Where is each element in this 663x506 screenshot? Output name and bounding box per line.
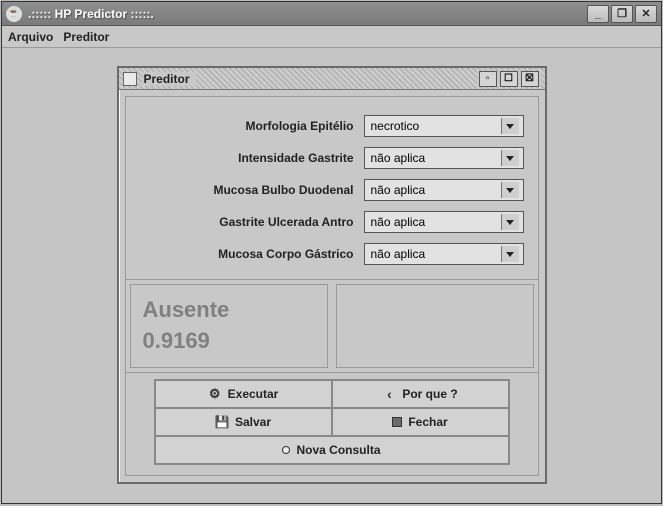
menu-arquivo[interactable]: Arquivo bbox=[8, 30, 53, 44]
button-label: Por que ? bbox=[402, 387, 457, 401]
fechar-button[interactable]: Fechar bbox=[332, 408, 509, 436]
inner-window-controls: ▫ ☐ ☒ bbox=[477, 71, 541, 87]
maximize-button[interactable]: ❐ bbox=[611, 5, 633, 23]
minimize-button[interactable]: _ bbox=[587, 5, 609, 23]
combo-value: necrotico bbox=[371, 119, 420, 133]
preditor-window: Preditor ▫ ☐ ☒ Morfologia Epitélio necro… bbox=[117, 66, 547, 484]
porque-button[interactable]: Por que ? bbox=[332, 380, 509, 408]
stop-icon bbox=[392, 417, 402, 427]
chevron-down-icon bbox=[501, 150, 519, 166]
result-cell-right bbox=[336, 284, 534, 368]
preditor-title: Preditor bbox=[142, 72, 196, 86]
label-intensidade-gastrite: Intensidade Gastrite bbox=[140, 151, 354, 165]
button-label: Nova Consulta bbox=[296, 443, 380, 457]
button-label: Executar bbox=[228, 387, 279, 401]
form-area: Morfologia Epitélio necrotico Intensidad… bbox=[125, 96, 539, 476]
gear-icon bbox=[208, 387, 222, 401]
app-window: ☕ .::::: HP Predictor :::::. _ ❐ ✕ Arqui… bbox=[1, 1, 662, 504]
app-body: Preditor ▫ ☐ ☒ Morfologia Epitélio necro… bbox=[2, 48, 661, 503]
result-row: Ausente 0.9169 bbox=[126, 279, 538, 372]
executar-button[interactable]: Executar bbox=[155, 380, 332, 408]
app-icon: ☕ bbox=[6, 6, 22, 22]
combo-value: não aplica bbox=[371, 247, 426, 261]
chevron-down-icon bbox=[501, 214, 519, 230]
save-icon bbox=[215, 415, 229, 429]
combo-gastrite-ulcerada-antro[interactable]: não aplica bbox=[364, 211, 524, 233]
app-title: .::::: HP Predictor :::::. bbox=[28, 7, 587, 21]
inner-close-button[interactable]: ☒ bbox=[521, 71, 539, 87]
button-label: Fechar bbox=[408, 415, 447, 429]
label-mucosa-bulbo-duodenal: Mucosa Bulbo Duodenal bbox=[140, 183, 354, 197]
inner-maximize-button[interactable]: ☐ bbox=[500, 71, 518, 87]
combo-mucosa-bulbo-duodenal[interactable]: não aplica bbox=[364, 179, 524, 201]
radio-icon bbox=[282, 446, 290, 454]
nova-consulta-button[interactable]: Nova Consulta bbox=[155, 436, 509, 464]
button-area: Executar Por que ? Salvar Fechar bbox=[126, 372, 538, 475]
chevron-down-icon bbox=[501, 118, 519, 134]
window-controls: _ ❐ ✕ bbox=[587, 5, 657, 23]
chevron-down-icon bbox=[501, 246, 519, 262]
combo-morfologia-epitelio[interactable]: necrotico bbox=[364, 115, 524, 137]
label-gastrite-ulcerada-antro: Gastrite Ulcerada Antro bbox=[140, 215, 354, 229]
menubar: Arquivo Preditor bbox=[2, 26, 661, 48]
form-grid: Morfologia Epitélio necrotico Intensidad… bbox=[126, 97, 538, 279]
result-probability: 0.9169 bbox=[143, 326, 315, 357]
result-class: Ausente bbox=[143, 295, 315, 326]
label-mucosa-corpo-gastrico: Mucosa Corpo Gástrico bbox=[140, 247, 354, 261]
combo-value: não aplica bbox=[371, 215, 426, 229]
close-button[interactable]: ✕ bbox=[635, 5, 657, 23]
document-icon bbox=[123, 72, 137, 86]
combo-intensidade-gastrite[interactable]: não aplica bbox=[364, 147, 524, 169]
combo-value: não aplica bbox=[371, 183, 426, 197]
question-icon bbox=[382, 387, 396, 401]
combo-mucosa-corpo-gastrico[interactable]: não aplica bbox=[364, 243, 524, 265]
result-cell-left: Ausente 0.9169 bbox=[130, 284, 328, 368]
chevron-down-icon bbox=[501, 182, 519, 198]
app-titlebar: ☕ .::::: HP Predictor :::::. _ ❐ ✕ bbox=[2, 2, 661, 26]
menu-preditor[interactable]: Preditor bbox=[63, 30, 109, 44]
label-morfologia-epitelio: Morfologia Epitélio bbox=[140, 119, 354, 133]
button-grid: Executar Por que ? Salvar Fechar bbox=[154, 379, 510, 465]
preditor-titlebar: Preditor ▫ ☐ ☒ bbox=[119, 68, 545, 90]
salvar-button[interactable]: Salvar bbox=[155, 408, 332, 436]
button-label: Salvar bbox=[235, 415, 271, 429]
inner-iconify-button[interactable]: ▫ bbox=[479, 71, 497, 87]
combo-value: não aplica bbox=[371, 151, 426, 165]
